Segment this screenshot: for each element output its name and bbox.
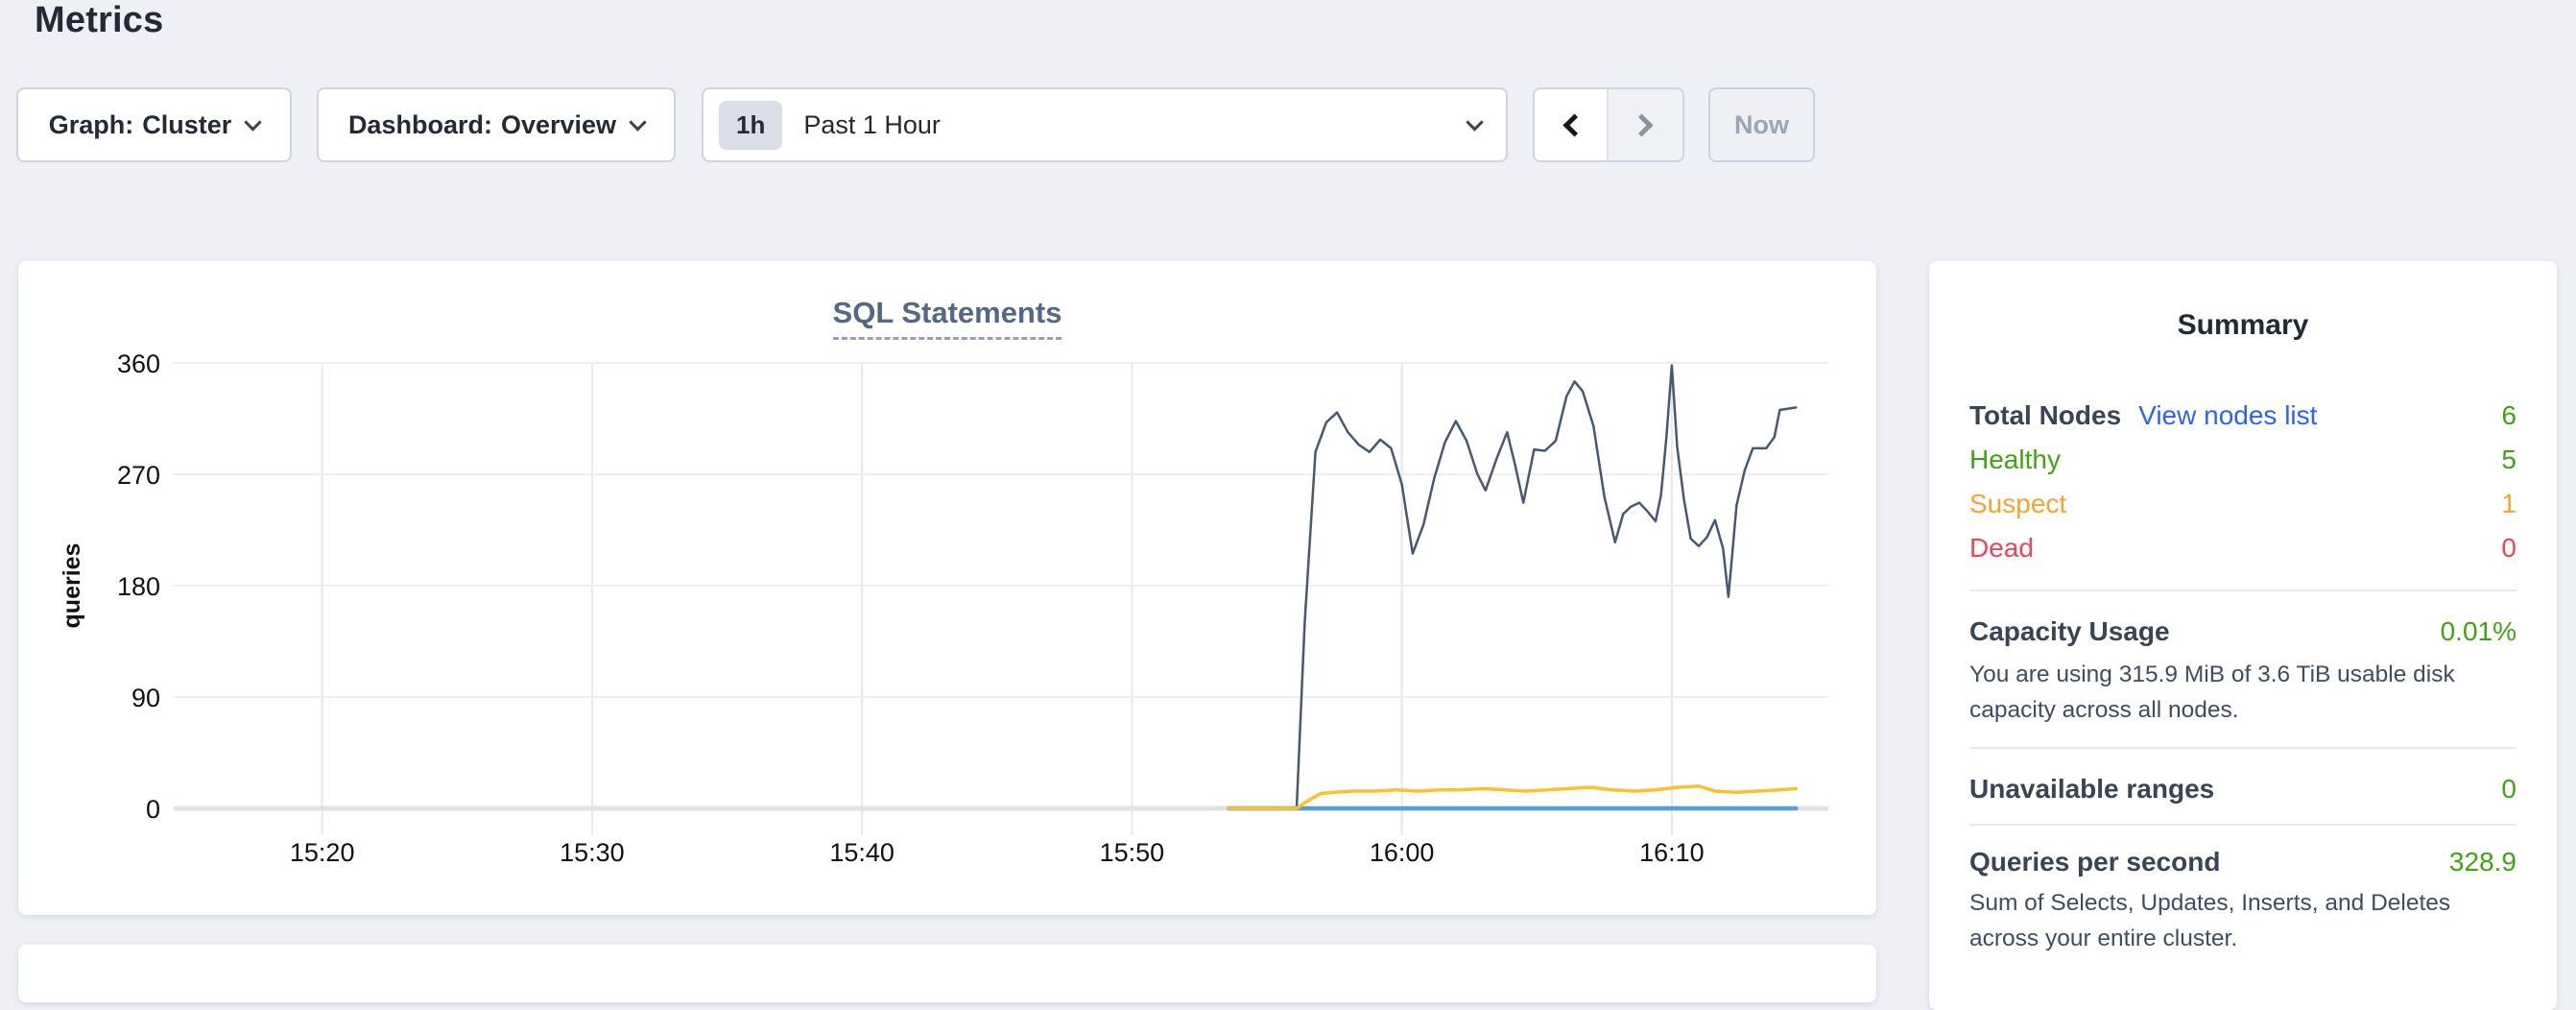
time-next-button[interactable]: [1609, 89, 1682, 160]
graph-dropdown-value: Cluster: [142, 110, 231, 140]
suspect-label: Suspect: [1969, 489, 2066, 519]
queries-per-second-description: Sum of Selects, Updates, Inserts, and De…: [1969, 885, 2516, 956]
summary-panel: Summary Total Nodes View nodes list 6 He…: [1929, 261, 2557, 1010]
chevron-down-icon: [1466, 113, 1483, 131]
unavailable-ranges-value: 0: [2501, 774, 2516, 805]
time-range-value: Past 1 Hour: [803, 110, 941, 140]
svg-text:0: 0: [146, 795, 160, 824]
healthy-label: Healthy: [1969, 445, 2061, 475]
now-button[interactable]: Now: [1708, 87, 1815, 162]
dead-nodes-row: Dead 0: [1969, 526, 2516, 570]
divider: [1969, 824, 2516, 826]
healthy-nodes-row: Healthy 5: [1969, 438, 2516, 482]
queries-per-second-section: Queries per second 328.9 Sum of Selects,…: [1969, 847, 2516, 956]
time-range-dropdown[interactable]: 1h Past 1 Hour: [702, 87, 1508, 162]
sql-statements-chart: 15:20 15:30 15:40 15:50 16:00 16:10 0 90 180 270 3…: [18, 261, 1876, 915]
queries-per-second-value: 328.9: [2449, 847, 2516, 878]
total-nodes-label: Total Nodes: [1969, 400, 2121, 431]
divider: [1969, 589, 2516, 591]
chevron-left-icon: [1562, 113, 1586, 136]
dashboard-dropdown[interactable]: Dashboard: Overview: [317, 87, 676, 162]
view-nodes-list-link[interactable]: View nodes list: [2138, 400, 2317, 431]
dashboard-dropdown-label: Dashboard:: [348, 110, 492, 140]
svg-text:90: 90: [131, 684, 160, 712]
svg-text:360: 360: [117, 349, 160, 378]
time-range-badge: 1h: [719, 101, 782, 150]
svg-text:270: 270: [117, 461, 160, 490]
time-pager: [1533, 87, 1684, 162]
node-status-list: Total Nodes View nodes list 6 Healthy 5 …: [1969, 394, 2516, 570]
graph-dropdown-label: Graph:: [49, 110, 134, 140]
capacity-usage-value: 0.01%: [2441, 616, 2516, 647]
queries-per-second-label: Queries per second: [1969, 847, 2220, 878]
unavailable-ranges-label: Unavailable ranges: [1969, 774, 2214, 805]
graph-dropdown[interactable]: Graph: Cluster: [16, 87, 292, 162]
time-prev-button[interactable]: [1535, 89, 1609, 160]
divider: [1969, 747, 2516, 749]
chevron-down-icon: [629, 113, 646, 131]
svg-text:16:00: 16:00: [1370, 838, 1435, 867]
total-nodes-row: Total Nodes View nodes list 6: [1969, 394, 2516, 438]
svg-text:queries: queries: [59, 543, 85, 629]
chevron-down-icon: [245, 113, 262, 131]
suspect-nodes-row: Suspect 1: [1969, 482, 2516, 526]
capacity-usage-description: You are using 315.9 MiB of 3.6 TiB usabl…: [1969, 657, 2516, 728]
svg-text:180: 180: [117, 572, 160, 601]
page-title: Metrics: [35, 0, 163, 41]
unavailable-ranges-section: Unavailable ranges 0: [1969, 774, 2516, 805]
sql-statements-card: SQL Statements 15:2015:3015:4015:5016:00…: [18, 261, 1876, 915]
svg-text:16:10: 16:10: [1639, 838, 1705, 867]
summary-title: Summary: [1969, 309, 2516, 342]
svg-text:15:50: 15:50: [1100, 838, 1165, 867]
capacity-usage-section: Capacity Usage 0.01% You are using 315.9…: [1969, 616, 2516, 728]
svg-text:15:20: 15:20: [290, 838, 355, 867]
chevron-right-icon: [1630, 113, 1653, 136]
svg-text:15:40: 15:40: [829, 838, 894, 867]
next-chart-card: [18, 945, 1876, 1002]
dead-value: 0: [2501, 533, 2516, 564]
dashboard-dropdown-value: Overview: [501, 110, 616, 140]
healthy-value: 5: [2501, 445, 2516, 475]
suspect-value: 1: [2501, 489, 2516, 519]
toolbar: Graph: Cluster Dashboard: Overview 1h Pa…: [0, 87, 2576, 162]
capacity-usage-label: Capacity Usage: [1969, 616, 2170, 647]
total-nodes-value: 6: [2501, 400, 2516, 431]
svg-text:15:30: 15:30: [560, 838, 625, 867]
dead-label: Dead: [1969, 533, 2034, 564]
